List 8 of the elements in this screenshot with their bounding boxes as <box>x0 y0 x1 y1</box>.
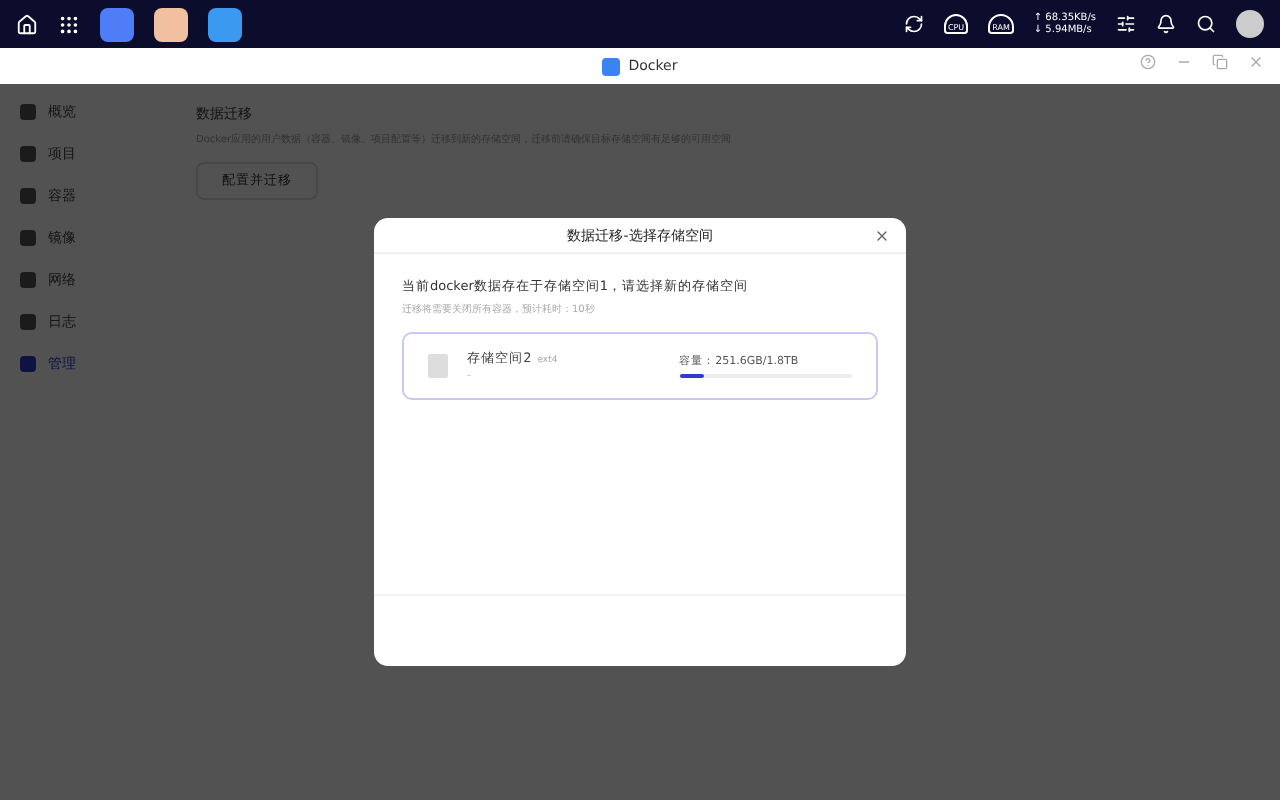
close-button[interactable] <box>874 228 890 244</box>
apps-grid-icon[interactable] <box>58 13 80 35</box>
bell-icon[interactable] <box>1156 14 1176 34</box>
home-icon[interactable] <box>16 13 38 35</box>
search-icon[interactable] <box>1196 14 1216 34</box>
sliders-icon[interactable] <box>1116 14 1136 34</box>
avatar[interactable] <box>1236 10 1264 38</box>
refresh-icon[interactable] <box>903 14 924 34</box>
